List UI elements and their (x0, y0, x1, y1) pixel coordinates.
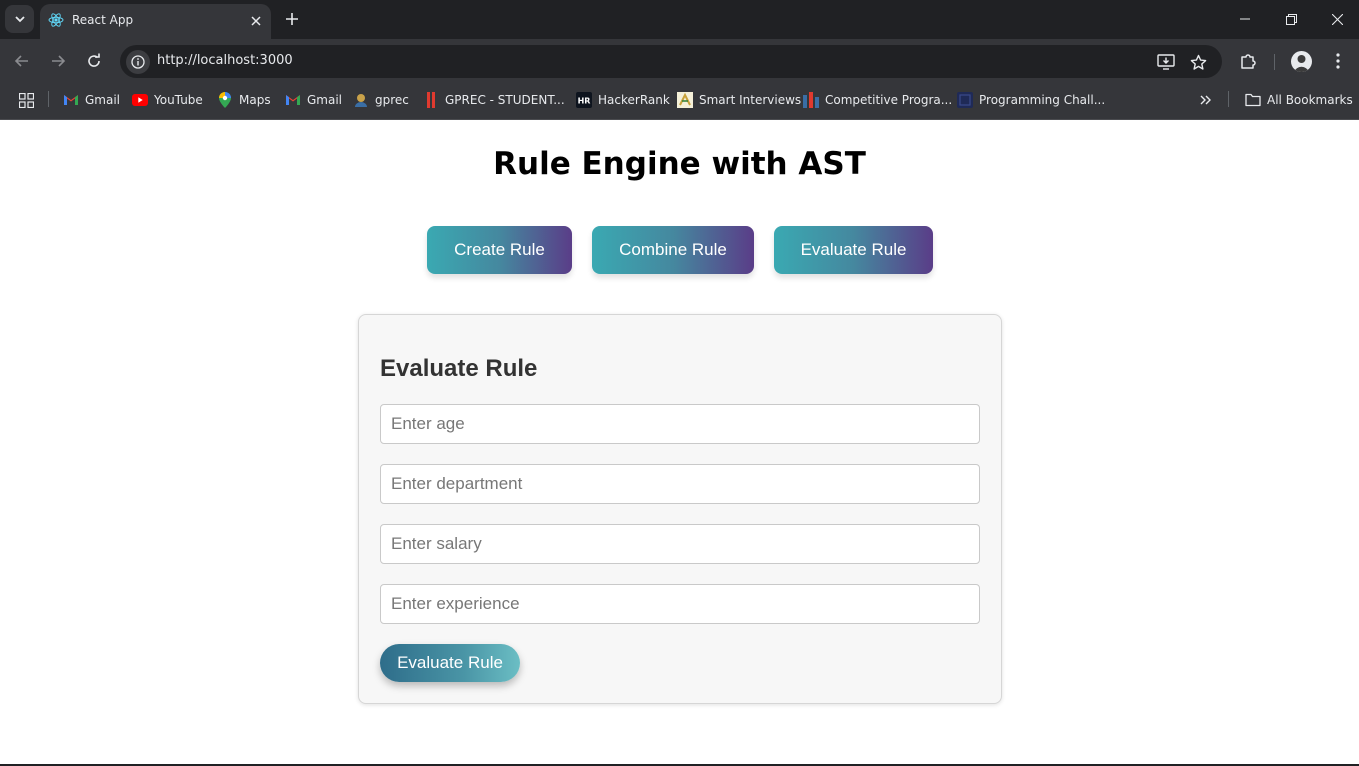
reload-button[interactable] (80, 47, 108, 75)
page-title: Rule Engine with AST (493, 146, 866, 182)
bookmark-label: gprec (375, 93, 409, 107)
youtube-icon (132, 92, 148, 108)
gprec-student-icon (423, 92, 439, 108)
restore-icon (1285, 13, 1297, 25)
chevron-down-icon (14, 16, 25, 23)
site-info-button[interactable] (126, 50, 150, 74)
browser-menu-button[interactable] (1325, 48, 1351, 74)
plus-icon (286, 13, 298, 25)
react-icon (48, 13, 64, 27)
evaluate-rule-submit-button[interactable]: Evaluate Rule (380, 644, 520, 682)
maps-icon (217, 92, 233, 108)
bookmark-gprec[interactable]: gprec (353, 90, 409, 110)
bookmarks-overflow-button[interactable] (1198, 90, 1214, 110)
more-vert-icon (1336, 53, 1340, 69)
window-close-button[interactable] (1317, 5, 1357, 33)
app-page: Rule Engine with AST Create Rule Combine… (0, 120, 1359, 766)
browser-toolbar: http://localhost:3000 (0, 39, 1359, 81)
install-icon (1157, 54, 1175, 70)
age-input[interactable] (380, 404, 980, 444)
address-bar[interactable]: http://localhost:3000 (120, 45, 1222, 78)
bookmark-label: Gmail (307, 93, 343, 107)
bookmark-maps[interactable]: Maps (217, 90, 271, 110)
bookmark-label: Maps (239, 93, 271, 107)
minimize-icon (1240, 18, 1250, 20)
bookmarks-divider (1228, 91, 1229, 107)
salary-input[interactable] (380, 524, 980, 564)
new-tab-button[interactable] (280, 7, 304, 31)
svg-text:HR: HR (578, 97, 591, 106)
puzzle-icon (1241, 54, 1256, 69)
toolbar-divider (1274, 54, 1275, 70)
extensions-button[interactable] (1235, 48, 1261, 74)
smart-interviews-icon (677, 92, 693, 108)
back-button[interactable] (8, 47, 36, 75)
experience-input[interactable] (380, 584, 980, 624)
bookmark-star-button[interactable] (1187, 51, 1209, 73)
bookmark-smart-interviews[interactable]: Smart Interviews (677, 90, 801, 110)
all-bookmarks-button[interactable]: All Bookmarks (1245, 90, 1353, 110)
tab-close-button[interactable] (246, 11, 266, 31)
close-icon (251, 16, 261, 26)
star-icon (1190, 54, 1206, 70)
bookmark-youtube[interactable]: YouTube (132, 90, 203, 110)
reload-icon (88, 53, 100, 67)
bookmarks-bar: Gmail YouTube Maps Gmail gprec GPREC - S… (0, 81, 1359, 120)
gmail-icon (63, 92, 79, 108)
forward-arrow-icon (52, 55, 66, 67)
programming-challenges-icon (957, 92, 973, 108)
install-app-button[interactable] (1155, 51, 1177, 73)
profile-avatar[interactable] (1291, 51, 1312, 72)
bookmark-gmail[interactable]: Gmail (63, 90, 120, 110)
all-bookmarks-label: All Bookmarks (1267, 93, 1353, 107)
minimize-button[interactable] (1225, 5, 1265, 33)
apps-button[interactable] (18, 90, 34, 110)
department-input[interactable] (380, 464, 980, 504)
gprec-icon (353, 92, 369, 108)
browser-tab[interactable]: React App (40, 4, 271, 39)
url-text: http://localhost:3000 (157, 53, 293, 68)
tab-search-button[interactable] (5, 5, 34, 33)
bookmark-label: Programming Chall... (979, 93, 1106, 107)
restore-button[interactable] (1271, 5, 1311, 33)
gmail-icon (285, 92, 301, 108)
evaluate-rule-nav-button[interactable]: Evaluate Rule (774, 226, 933, 274)
bookmark-label: GPREC - STUDENT... (445, 93, 565, 107)
bookmark-label: Competitive Progra... (825, 93, 953, 107)
competitive-programming-icon (803, 92, 819, 108)
browser-tabstrip: React App (0, 0, 1359, 39)
apps-grid-icon (18, 92, 34, 108)
back-arrow-icon (14, 55, 28, 67)
bookmark-label: YouTube (154, 93, 203, 107)
double-chevron-right-icon (1198, 92, 1214, 108)
profile-icon (1294, 55, 1309, 72)
hackerrank-icon: HR (576, 92, 592, 108)
create-rule-button[interactable]: Create Rule (427, 226, 572, 274)
bookmark-label: HackerRank (598, 93, 670, 107)
bookmark-label: Gmail (85, 93, 121, 107)
bookmark-hackerrank[interactable]: HR HackerRank (576, 90, 670, 110)
info-icon (131, 55, 145, 69)
bookmark-gmail-2[interactable]: Gmail (285, 90, 342, 110)
tab-title: React App (72, 13, 134, 27)
close-icon (1331, 13, 1343, 25)
bookmarks-divider (48, 91, 49, 107)
bookmark-gprec-student[interactable]: GPREC - STUDENT... (423, 90, 565, 110)
bookmark-competitive-programming[interactable]: Competitive Progra... (803, 90, 952, 110)
bookmark-programming-challenges[interactable]: Programming Chall... (957, 90, 1105, 110)
forward-button[interactable] (44, 47, 72, 75)
combine-rule-button[interactable]: Combine Rule (592, 226, 754, 274)
card-heading: Evaluate Rule (380, 355, 538, 382)
folder-icon (1245, 92, 1261, 108)
evaluate-rule-card: Evaluate Rule Evaluate Rule (358, 314, 1002, 704)
bookmark-label: Smart Interviews (699, 93, 802, 107)
